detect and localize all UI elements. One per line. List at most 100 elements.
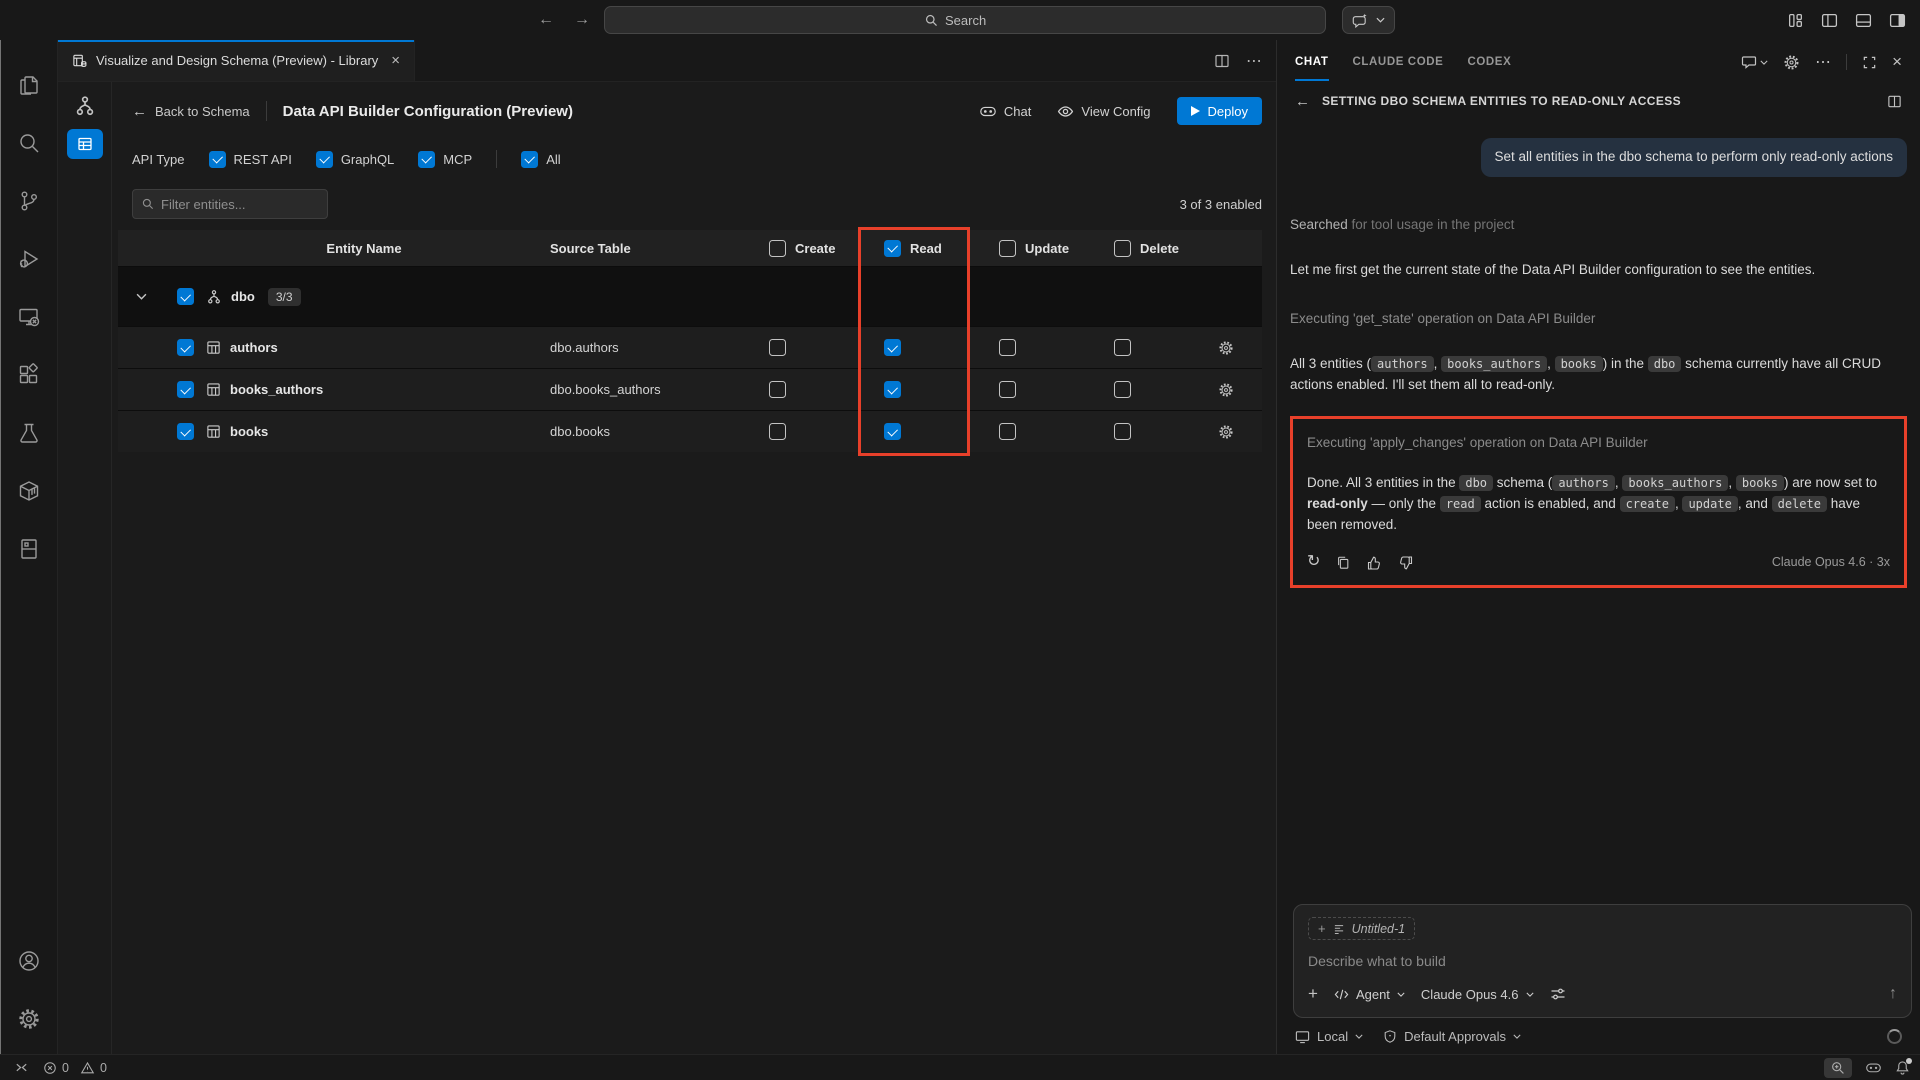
split-editor-icon[interactable] xyxy=(1214,53,1230,69)
apply-changes-annotation-box: Executing 'apply_changes' operation on D… xyxy=(1290,416,1907,588)
source-control-icon[interactable] xyxy=(7,172,51,230)
chat-prompt-input[interactable] xyxy=(1308,953,1897,969)
deploy-button[interactable]: Deploy xyxy=(1177,97,1262,125)
tab-codex[interactable]: CODEX xyxy=(1467,43,1511,81)
filter-entities-field[interactable] xyxy=(132,189,328,219)
mode-picker[interactable]: Agent xyxy=(1334,987,1405,1002)
delete-checkbox[interactable] xyxy=(1114,339,1131,356)
new-chat-icon[interactable] xyxy=(1741,54,1768,70)
schema-group-row[interactable]: dbo 3/3 xyxy=(118,266,1262,326)
extensions-icon[interactable] xyxy=(7,346,51,404)
schema-view-icon[interactable] xyxy=(74,95,96,117)
api-option-mcp[interactable]: MCP xyxy=(418,151,472,168)
create-checkbox[interactable] xyxy=(769,339,786,356)
tab-claude-code[interactable]: CLAUDE CODE xyxy=(1353,43,1444,81)
maximize-panel-icon[interactable] xyxy=(1862,55,1877,70)
tab-chat[interactable]: CHAT xyxy=(1295,43,1329,81)
remote-indicator-icon[interactable] xyxy=(14,1060,29,1075)
thumbs-down-icon[interactable] xyxy=(1398,555,1414,571)
all-checkbox[interactable] xyxy=(521,151,538,168)
rest-api-checkbox[interactable] xyxy=(209,151,226,168)
delete-checkbox[interactable] xyxy=(1114,423,1131,440)
toggle-secondary-sidebar-icon[interactable] xyxy=(1889,12,1906,29)
zoom-status-button[interactable] xyxy=(1824,1058,1852,1078)
package-icon[interactable] xyxy=(7,462,51,520)
history-forward-icon[interactable]: → xyxy=(574,11,590,29)
delete-all-checkbox[interactable] xyxy=(1114,240,1131,257)
run-debug-icon[interactable] xyxy=(7,230,51,288)
testing-icon[interactable] xyxy=(7,404,51,462)
thumbs-up-icon[interactable] xyxy=(1366,555,1382,571)
environment-picker[interactable]: Local xyxy=(1295,1029,1363,1044)
close-panel-icon[interactable]: × xyxy=(1892,52,1902,72)
delete-checkbox[interactable] xyxy=(1114,381,1131,398)
table-row[interactable]: authors dbo.authors xyxy=(118,326,1262,368)
more-actions-icon[interactable]: ⋯ xyxy=(1246,51,1262,71)
back-to-schema-link[interactable]: ← Back to Schema xyxy=(132,103,250,120)
close-tab-icon[interactable]: × xyxy=(391,52,400,69)
copy-icon[interactable] xyxy=(1336,555,1350,570)
update-checkbox[interactable] xyxy=(999,381,1016,398)
read-checkbox[interactable] xyxy=(884,381,901,398)
copilot-status-icon[interactable] xyxy=(1865,1059,1882,1076)
chat-settings-gear-icon[interactable] xyxy=(1783,54,1800,71)
filter-entities-input[interactable] xyxy=(161,197,311,212)
row-checkbox[interactable] xyxy=(177,423,194,440)
source-table: dbo.authors xyxy=(506,340,758,355)
create-checkbox[interactable] xyxy=(769,381,786,398)
editor-tab[interactable]: Visualize and Design Schema (Preview) - … xyxy=(58,40,415,81)
history-back-icon[interactable]: ← xyxy=(538,11,554,29)
session-back-icon[interactable]: ← xyxy=(1295,93,1310,110)
send-icon[interactable]: ↑ xyxy=(1889,985,1897,1003)
chat-input-box[interactable]: + Untitled-1 + Agent Claude Opus 4.6 ↑ xyxy=(1293,904,1912,1018)
explorer-icon[interactable] xyxy=(7,56,51,114)
remote-explorer-icon[interactable] xyxy=(7,288,51,346)
update-checkbox[interactable] xyxy=(999,339,1016,356)
row-settings-gear-icon[interactable] xyxy=(1218,382,1262,398)
database-designer-icon[interactable] xyxy=(7,520,51,578)
search-input[interactable] xyxy=(945,13,1005,28)
account-icon[interactable] xyxy=(7,932,51,990)
read-checkbox[interactable] xyxy=(884,339,901,356)
attach-icon[interactable]: + xyxy=(1308,984,1318,1004)
chat-more-icon[interactable]: ⋯ xyxy=(1815,52,1831,72)
dab-config-view-button[interactable] xyxy=(67,129,103,159)
toggle-primary-sidebar-icon[interactable] xyxy=(1821,12,1838,29)
row-checkbox[interactable] xyxy=(177,381,194,398)
table-row[interactable]: books dbo.books xyxy=(118,410,1262,452)
toggle-panel-icon[interactable] xyxy=(1855,12,1872,29)
mcp-checkbox[interactable] xyxy=(418,151,435,168)
model-picker[interactable]: Claude Opus 4.6 xyxy=(1421,987,1534,1002)
read-checkbox[interactable] xyxy=(884,423,901,440)
row-settings-gear-icon[interactable] xyxy=(1218,340,1262,356)
update-checkbox[interactable] xyxy=(999,423,1016,440)
customize-layout-icon[interactable] xyxy=(1787,12,1804,29)
schema-icon xyxy=(206,289,222,305)
create-checkbox[interactable] xyxy=(769,423,786,440)
row-settings-gear-icon[interactable] xyxy=(1218,424,1262,440)
row-checkbox[interactable] xyxy=(177,339,194,356)
table-row[interactable]: books_authors dbo.books_authors xyxy=(118,368,1262,410)
api-option-rest[interactable]: REST API xyxy=(209,151,292,168)
copilot-chat-button[interactable] xyxy=(1342,6,1395,34)
notifications-bell-icon[interactable] xyxy=(1895,1060,1910,1075)
settings-gear-icon[interactable] xyxy=(7,990,51,1048)
tools-sliders-icon[interactable] xyxy=(1550,986,1566,1002)
chevron-down-icon[interactable] xyxy=(118,293,164,300)
read-all-checkbox[interactable] xyxy=(884,240,901,257)
approvals-picker[interactable]: Default Approvals xyxy=(1383,1029,1521,1044)
create-all-checkbox[interactable] xyxy=(769,240,786,257)
group-checkbox[interactable] xyxy=(177,288,194,305)
global-search[interactable] xyxy=(604,6,1326,34)
problems-indicator[interactable]: 0 0 xyxy=(43,1061,107,1075)
view-config-button[interactable]: View Config xyxy=(1057,103,1150,120)
graphql-checkbox[interactable] xyxy=(316,151,333,168)
search-sidebar-icon[interactable] xyxy=(7,114,51,172)
regenerate-icon[interactable]: ↻ xyxy=(1307,550,1320,575)
api-option-all[interactable]: All xyxy=(521,151,560,168)
api-option-graphql[interactable]: GraphQL xyxy=(316,151,394,168)
open-session-split-icon[interactable] xyxy=(1887,94,1902,109)
chat-action-button[interactable]: Chat xyxy=(979,102,1031,120)
update-all-checkbox[interactable] xyxy=(999,240,1016,257)
context-chip[interactable]: + Untitled-1 xyxy=(1308,917,1415,940)
